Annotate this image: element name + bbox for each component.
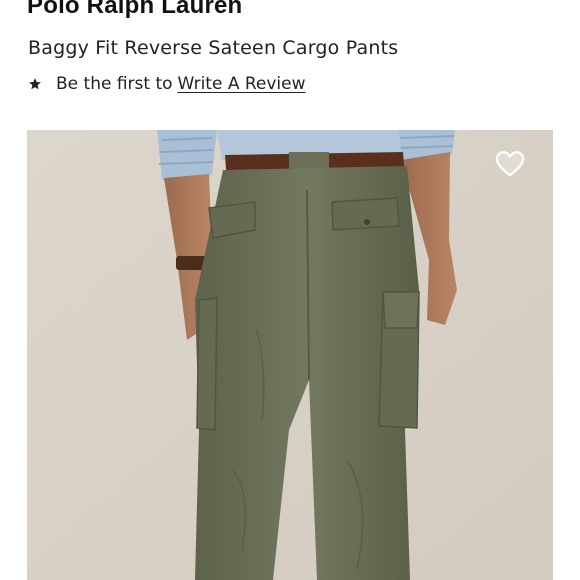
product-photo — [27, 130, 553, 580]
product-title: Baggy Fit Reverse Sateen Cargo Pants — [28, 37, 399, 59]
star-icon — [29, 78, 41, 90]
heart-icon[interactable] — [495, 150, 525, 178]
brand-name[interactable]: Polo Ralph Lauren — [27, 0, 242, 20]
review-lead-text: Be the first to — [56, 74, 173, 94]
review-row: Be the first to Write A Review — [28, 74, 306, 94]
product-image[interactable] — [27, 130, 553, 580]
write-review-link[interactable]: Write A Review — [178, 74, 306, 94]
